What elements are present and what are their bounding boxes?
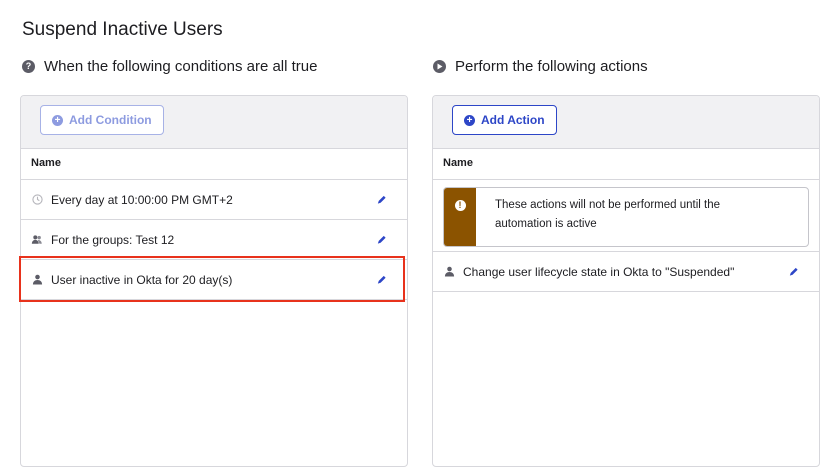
add-condition-label: Add Condition: [69, 113, 152, 127]
edit-icon[interactable]: [788, 266, 799, 277]
conditions-heading: ? When the following conditions are all …: [22, 58, 318, 75]
actions-column-header: Name: [433, 149, 819, 180]
action-row-label: Change user lifecycle state in Okta to "…: [463, 264, 735, 279]
warning-row: ! These actions will not be performed un…: [433, 180, 819, 252]
actions-heading-label: Perform the following actions: [455, 58, 648, 75]
condition-row-label: For the groups: Test 12: [51, 232, 175, 247]
actions-toolbar: + Add Action: [433, 96, 819, 149]
edit-icon[interactable]: [376, 234, 387, 245]
warning-bar: !: [444, 188, 476, 246]
condition-row[interactable]: For the groups: Test 12: [21, 220, 407, 260]
help-circle-icon: ?: [22, 60, 35, 73]
actions-panel: + Add Action Name ! These actions will n…: [432, 95, 820, 467]
page-title: Suspend Inactive Users: [22, 19, 223, 40]
actions-heading: Perform the following actions: [433, 58, 648, 75]
condition-row[interactable]: Every day at 10:00:00 PM GMT+2: [21, 180, 407, 220]
play-circle-icon: [433, 60, 446, 73]
condition-row-label: Every day at 10:00:00 PM GMT+2: [51, 192, 233, 207]
edit-icon[interactable]: [376, 194, 387, 205]
warning-text: These actions will not be performed unti…: [495, 199, 721, 230]
group-icon: [31, 234, 43, 246]
warning-callout: ! These actions will not be performed un…: [443, 187, 809, 247]
add-action-label: Add Action: [481, 113, 545, 127]
plus-icon: +: [464, 114, 475, 126]
action-row[interactable]: Change user lifecycle state in Okta to "…: [433, 252, 819, 292]
add-action-button[interactable]: + Add Action: [452, 105, 557, 135]
add-condition-button[interactable]: + Add Condition: [40, 105, 164, 135]
user-icon: [443, 266, 455, 278]
conditions-toolbar: + Add Condition: [21, 96, 407, 149]
conditions-heading-label: When the following conditions are all tr…: [44, 58, 318, 75]
highlight-box: [19, 256, 405, 302]
conditions-column-header: Name: [21, 149, 407, 180]
plus-icon: +: [52, 114, 63, 126]
warning-icon: !: [454, 200, 466, 211]
clock-icon: [31, 194, 43, 206]
